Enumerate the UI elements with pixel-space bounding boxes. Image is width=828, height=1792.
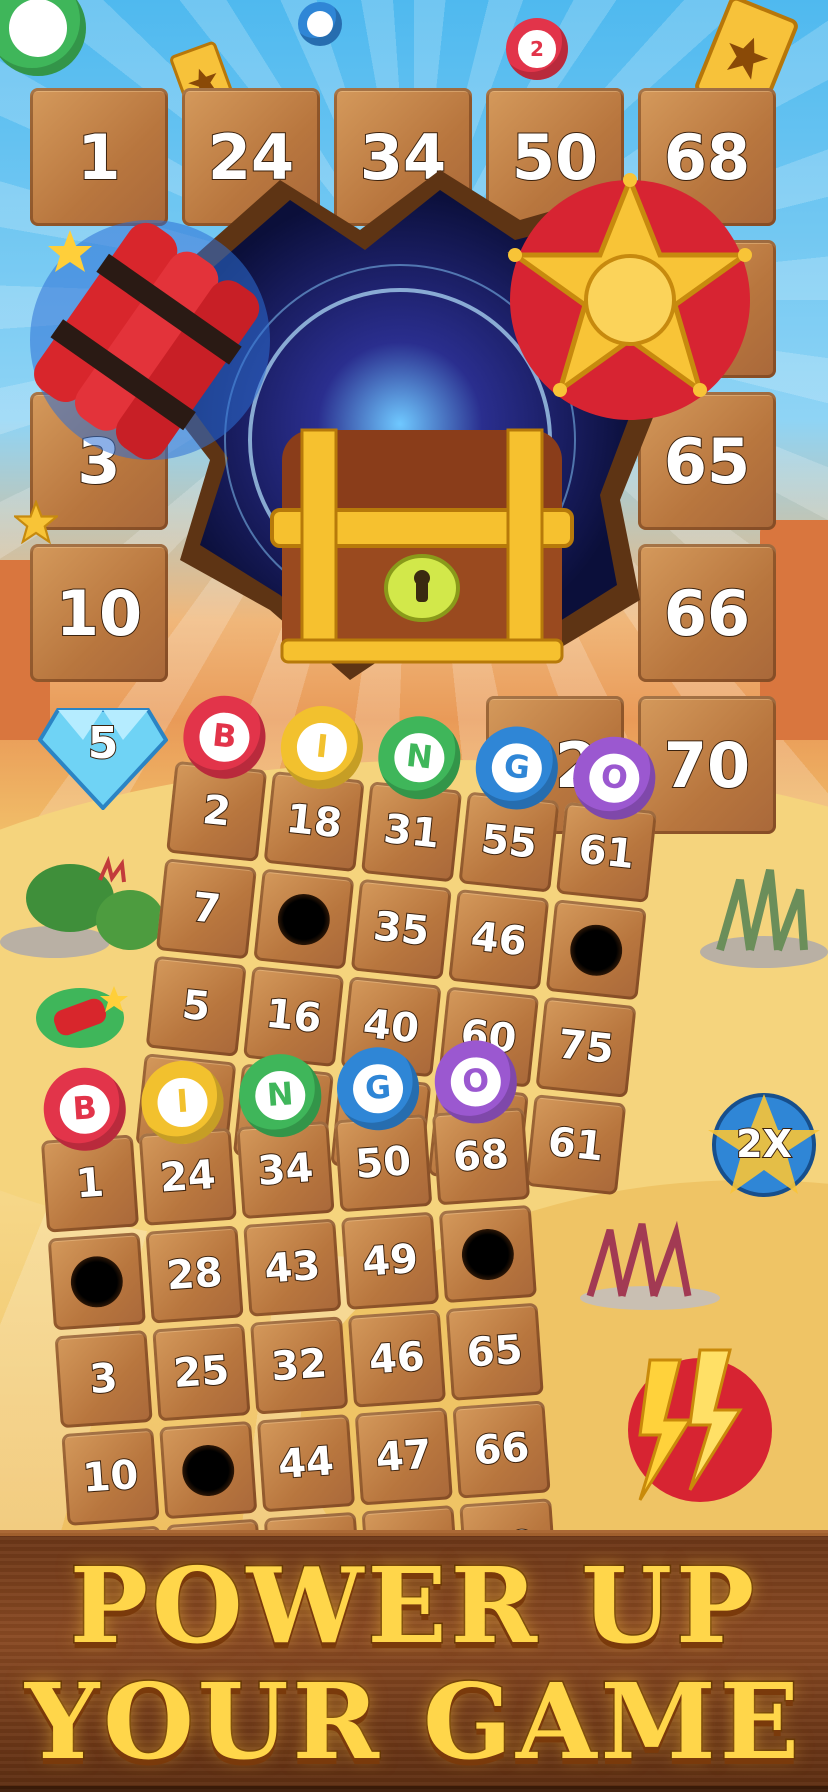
bingo-number: 47 <box>373 1431 434 1483</box>
bingo-number: 49 <box>360 1235 421 1287</box>
bingo-number: 61 <box>575 826 637 880</box>
bingo-letter: I <box>294 720 350 775</box>
bingo-cell[interactable]: 28 <box>145 1225 244 1324</box>
floating-bingo-ball: 2 <box>506 18 568 80</box>
bingo-cell[interactable]: 35 <box>350 879 452 981</box>
bingo-cell[interactable]: 16 <box>243 966 345 1068</box>
daubed-hole <box>460 1226 516 1282</box>
dynamite-icon <box>30 220 270 460</box>
dynamite-ball-icon <box>36 986 128 1048</box>
bingo-cell[interactable] <box>545 899 647 1001</box>
bingo-cell[interactable]: 47 <box>354 1407 453 1506</box>
bingo-number: 44 <box>276 1438 337 1490</box>
bingo-number: 1 <box>76 120 121 195</box>
floating-bingo-ball <box>298 2 342 46</box>
sheriff-badge-icon <box>507 173 753 420</box>
bingo-number: 7 <box>189 884 223 935</box>
desert-plant-icon <box>700 869 828 968</box>
bingo-number: 16 <box>262 990 324 1044</box>
bingo-cell[interactable] <box>47 1232 146 1331</box>
diamond-number: 5 <box>87 717 120 770</box>
bingo-number: 24 <box>157 1151 218 1203</box>
bingo-cell[interactable] <box>253 868 355 970</box>
bingo-number: 66 <box>471 1424 532 1476</box>
bingo-letter: G <box>351 1062 405 1116</box>
bingo-cell[interactable]: 49 <box>341 1212 440 1311</box>
daubed-hole <box>567 921 625 979</box>
bingo-cell[interactable]: 65 <box>445 1303 544 1402</box>
daubed-hole <box>275 891 333 948</box>
bingo-number: 1 <box>73 1159 106 1209</box>
bingo-cell[interactable]: 5 <box>145 956 247 1058</box>
bingo-cell[interactable] <box>438 1205 537 1304</box>
lightning-icon <box>628 1348 772 1502</box>
headline-line-2: YOUR GAME <box>23 1659 804 1785</box>
bingo-number: 31 <box>380 805 442 859</box>
bingo-cell[interactable]: 46 <box>448 889 550 991</box>
bingo-number: 25 <box>171 1347 232 1399</box>
bingo-letter: G <box>489 740 545 796</box>
bingo-number: 50 <box>353 1138 414 1190</box>
bingo-cell[interactable]: 46 <box>347 1309 447 1409</box>
bingo-cell[interactable]: 32 <box>250 1316 349 1415</box>
bingo-number: 18 <box>283 795 345 849</box>
bingo-number: 3 <box>87 1355 120 1405</box>
bingo-cell[interactable]: 43 <box>243 1218 342 1318</box>
daubed-hole <box>69 1254 125 1310</box>
bingo-number: 46 <box>468 913 530 967</box>
bingo-number: 10 <box>80 1451 141 1503</box>
bingo-number: 43 <box>262 1242 323 1294</box>
bingo-number: 46 <box>367 1333 428 1385</box>
bingo-letter: B <box>197 709 252 765</box>
star-icon <box>14 500 58 544</box>
bingo-cell[interactable]: 10 <box>61 1428 160 1527</box>
bingo-number: 40 <box>360 1000 422 1054</box>
game-promo-scene: 2 1243450684836510665270 <box>0 0 828 1792</box>
bingo-letter: O <box>449 1055 503 1109</box>
bingo-number: 34 <box>255 1144 316 1196</box>
bingo-cell[interactable]: 3 <box>54 1330 153 1429</box>
bingo-number: 55 <box>478 816 540 870</box>
bingo-cell[interactable]: 25 <box>152 1323 251 1422</box>
treasure-chest-icon <box>270 428 574 664</box>
bingo-letter: B <box>58 1082 112 1136</box>
headline-line-1: POWER UP <box>68 1543 759 1669</box>
bingo-number: 75 <box>555 1021 617 1075</box>
bingo-letter: O <box>586 750 642 806</box>
bingo-cell[interactable]: 44 <box>256 1414 356 1513</box>
bingo-number: 35 <box>370 903 432 957</box>
bingo-letter: N <box>392 730 447 785</box>
bingo-letter: N <box>253 1069 307 1123</box>
bingo-cell[interactable]: 7 <box>155 858 257 960</box>
bingo-number: 28 <box>164 1249 225 1301</box>
bingo-number: 68 <box>451 1131 512 1183</box>
bingo-number: 32 <box>269 1340 330 1392</box>
promo-banner: POWER UP YOUR GAME <box>0 1530 828 1792</box>
cactus-icon <box>0 855 164 958</box>
bingo-cell[interactable]: 66 <box>452 1400 551 1500</box>
bingo-cell[interactable] <box>159 1421 258 1520</box>
bingo-number: 2 <box>199 786 233 837</box>
bingo-letter: I <box>156 1075 210 1129</box>
daubed-hole <box>180 1442 236 1498</box>
multiplier-badge-label: 2X <box>735 1121 793 1167</box>
bingo-number: 5 <box>179 981 213 1032</box>
bingo-number: 65 <box>464 1326 525 1378</box>
